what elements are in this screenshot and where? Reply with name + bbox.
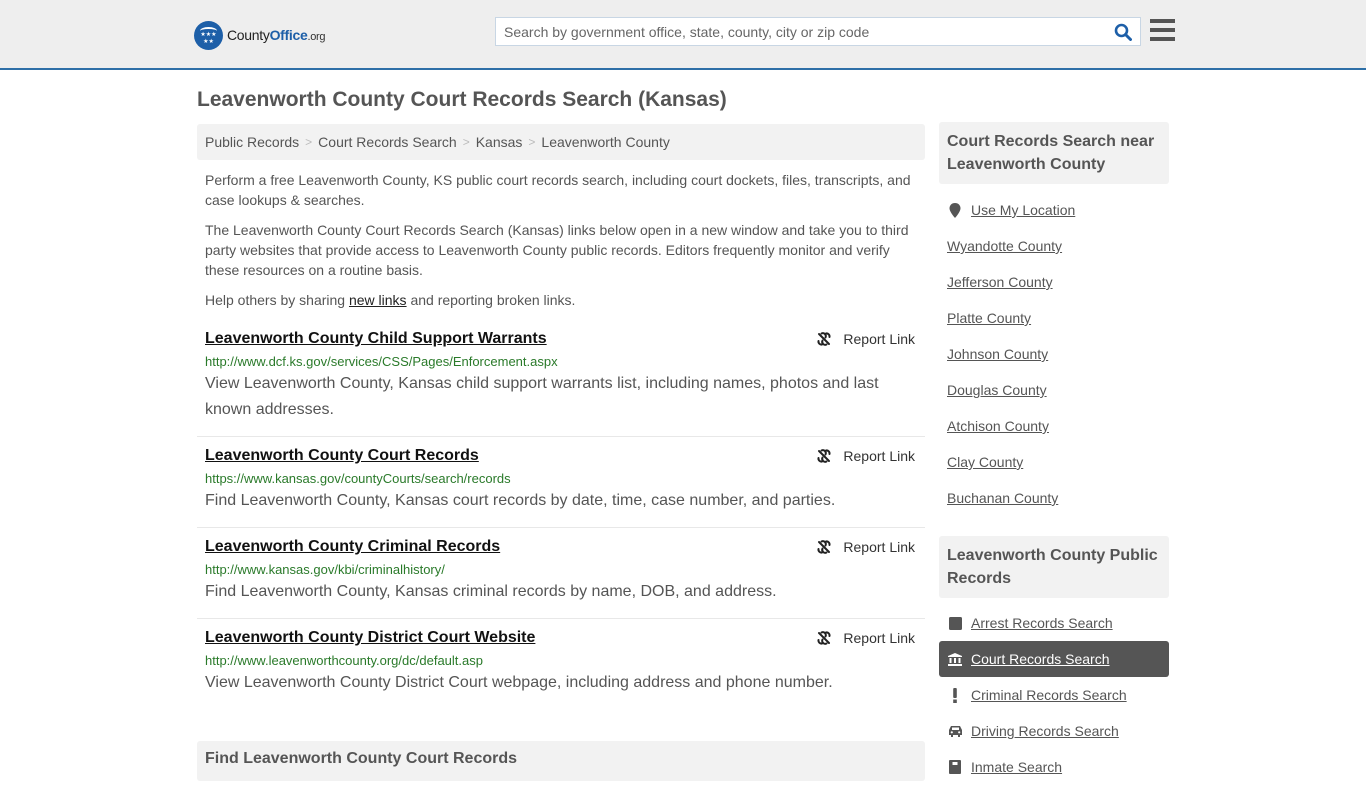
sidebar-link[interactable]: Court Records Search — [971, 651, 1110, 667]
breadcrumb-kansas[interactable]: Kansas — [476, 134, 523, 150]
resource-link-title[interactable]: Leavenworth County District Court Websit… — [205, 629, 535, 647]
resource-url: https://www.kansas.gov/countyCourts/sear… — [205, 471, 511, 486]
resource-link-item: Leavenworth County Court Records Report … — [197, 447, 925, 528]
broken-link-icon — [817, 449, 831, 463]
sidebar-link[interactable]: Driving Records Search — [971, 723, 1119, 739]
search-icon — [1114, 23, 1132, 41]
car-icon — [947, 725, 963, 737]
broken-link-icon — [817, 540, 831, 554]
page-title: Leavenworth County Court Records Search … — [197, 88, 727, 111]
map-marker-icon — [947, 202, 963, 218]
county-link-wyandotte[interactable]: Wyandotte County — [947, 238, 1062, 254]
report-link-button[interactable]: Report Link — [816, 539, 915, 555]
intro-paragraph-1: Perform a free Leavenworth County, KS pu… — [205, 172, 911, 208]
report-link-label: Report Link — [843, 630, 915, 646]
public-records-section-heading: Leavenworth County Public Records — [939, 536, 1169, 598]
sidebar-item-arrest-records[interactable]: Arrest Records Search — [939, 605, 1169, 641]
sidebar-item-inmate-search[interactable]: Inmate Search — [939, 749, 1169, 785]
intro-paragraph-3: Help others by sharing new links and rep… — [205, 290, 917, 310]
nearby-county-item[interactable]: Buchanan County — [939, 480, 1169, 516]
use-my-location-link[interactable]: Use My Location — [971, 202, 1075, 218]
report-link-label: Report Link — [843, 331, 915, 347]
county-link-atchison[interactable]: Atchison County — [947, 418, 1049, 434]
resource-url: http://www.kansas.gov/kbi/criminalhistor… — [205, 562, 445, 577]
breadcrumb-separator: > — [528, 135, 536, 149]
breadcrumb-separator: > — [305, 135, 313, 149]
hamburger-menu-icon[interactable] — [1150, 19, 1175, 41]
sidebar-item-driving-records[interactable]: Driving Records Search — [939, 713, 1169, 749]
nearby-county-item[interactable]: Wyandotte County — [939, 228, 1169, 264]
broken-link-icon — [817, 631, 831, 645]
county-link-platte[interactable]: Platte County — [947, 310, 1031, 326]
broken-link-icon — [817, 332, 831, 346]
nearby-county-item[interactable]: Platte County — [939, 300, 1169, 336]
top-header: ★★★ ★★ CountyOffice.org — [0, 0, 1366, 70]
breadcrumb: Public Records > Court Records Search > … — [197, 124, 925, 160]
site-logo[interactable]: ★★★ ★★ CountyOffice.org — [194, 20, 326, 50]
county-link-jefferson[interactable]: Jefferson County — [947, 274, 1053, 290]
public-records-list: Arrest Records Search Court Records Sear… — [939, 605, 1169, 785]
resource-link-title[interactable]: Leavenworth County Court Records — [205, 447, 479, 465]
exclamation-icon — [947, 687, 963, 703]
resource-link-item: Leavenworth County Criminal Records Repo… — [197, 538, 925, 619]
resource-url: http://www.leavenworthcounty.org/dc/defa… — [205, 653, 483, 668]
report-link-label: Report Link — [843, 539, 915, 555]
square-icon — [947, 616, 963, 630]
nearby-county-item[interactable]: Douglas County — [939, 372, 1169, 408]
resource-url: http://www.dcf.ks.gov/services/CSS/Pages… — [205, 354, 558, 369]
use-my-location-item[interactable]: Use My Location — [939, 192, 1169, 228]
report-link-button[interactable]: Report Link — [816, 630, 915, 646]
county-link-buchanan[interactable]: Buchanan County — [947, 490, 1058, 506]
courthouse-icon — [947, 652, 963, 666]
breadcrumb-public-records[interactable]: Public Records — [205, 134, 299, 150]
intro-text: Help others by sharing — [205, 292, 349, 308]
resource-description: View Leavenworth County District Court w… — [205, 674, 833, 691]
resource-link-title[interactable]: Leavenworth County Child Support Warrant… — [205, 330, 547, 348]
nearby-section-heading: Court Records Search near Leavenworth Co… — [939, 122, 1169, 184]
resource-link-item: Leavenworth County Child Support Warrant… — [197, 330, 925, 437]
nearby-county-item[interactable]: Clay County — [939, 444, 1169, 480]
search-input[interactable] — [496, 18, 1106, 45]
sidebar-item-court-records[interactable]: Court Records Search — [939, 641, 1169, 677]
new-links-link[interactable]: new links — [349, 292, 407, 308]
report-link-button[interactable]: Report Link — [816, 448, 915, 464]
nearby-county-item[interactable]: Johnson County — [939, 336, 1169, 372]
sidebar-link[interactable]: Criminal Records Search — [971, 687, 1127, 703]
county-link-douglas[interactable]: Douglas County — [947, 382, 1047, 398]
intro-paragraph-2: The Leavenworth County Court Records Sea… — [205, 222, 909, 278]
nearby-county-item[interactable]: Jefferson County — [939, 264, 1169, 300]
sidebar-link[interactable]: Arrest Records Search — [971, 615, 1113, 631]
search-box — [495, 17, 1141, 46]
report-link-button[interactable]: Report Link — [816, 331, 915, 347]
eagle-logo-icon: ★★★ ★★ — [194, 20, 223, 50]
breadcrumb-court-records-search[interactable]: Court Records Search — [318, 134, 457, 150]
resource-link-title[interactable]: Leavenworth County Criminal Records — [205, 538, 500, 556]
search-button[interactable] — [1106, 18, 1140, 45]
nearby-counties-list: Use My Location Wyandotte County Jeffers… — [939, 192, 1169, 516]
breadcrumb-separator: > — [462, 135, 470, 149]
sidebar-item-criminal-records[interactable]: Criminal Records Search — [939, 677, 1169, 713]
resource-link-item: Leavenworth County District Court Websit… — [197, 629, 925, 710]
resource-description: View Leavenworth County, Kansas child su… — [205, 375, 879, 418]
county-link-clay[interactable]: Clay County — [947, 454, 1023, 470]
report-link-label: Report Link — [843, 448, 915, 464]
find-court-records-heading: Find Leavenworth County Court Records — [197, 741, 925, 781]
nearby-county-item[interactable]: Atchison County — [939, 408, 1169, 444]
breadcrumb-current: Leavenworth County — [541, 134, 670, 150]
county-link-johnson[interactable]: Johnson County — [947, 346, 1048, 362]
inmate-icon — [947, 760, 963, 774]
resource-description: Find Leavenworth County, Kansas criminal… — [205, 583, 777, 600]
intro-text: and reporting broken links. — [406, 292, 576, 308]
sidebar-link[interactable]: Inmate Search — [971, 759, 1062, 775]
logo-text: CountyOffice.org — [227, 27, 326, 43]
resource-description: Find Leavenworth County, Kansas court re… — [205, 492, 836, 509]
